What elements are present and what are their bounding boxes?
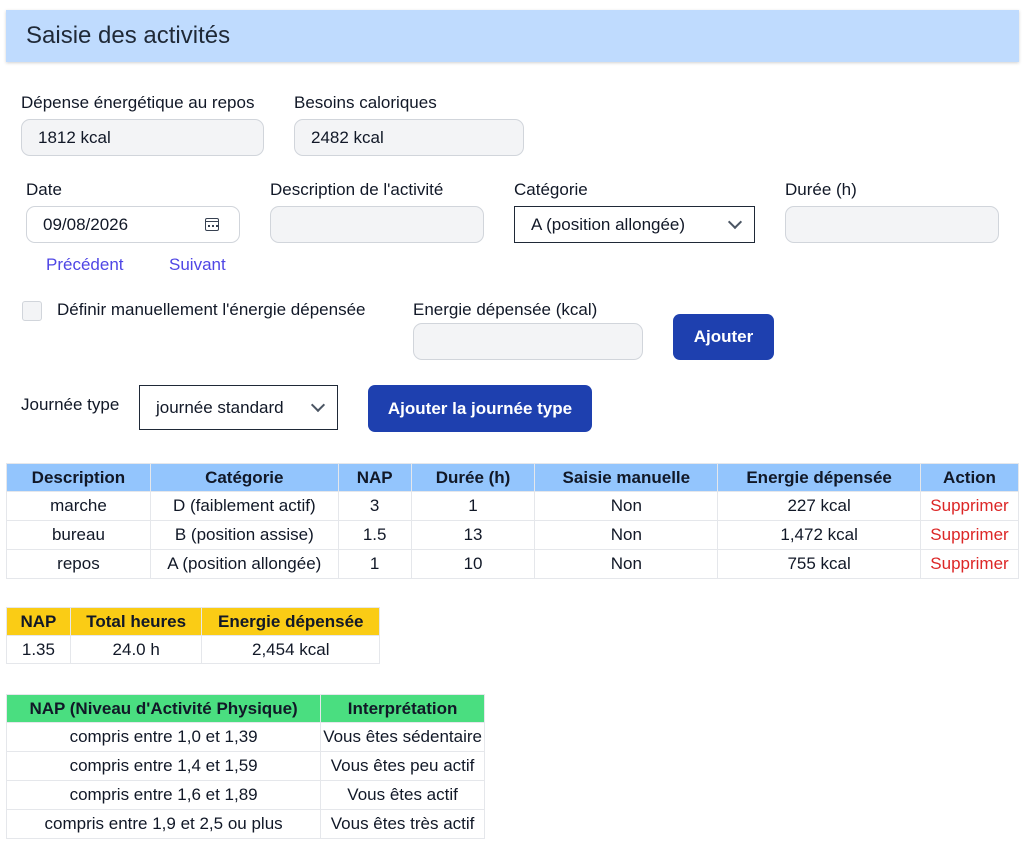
category-label: Catégorie — [514, 180, 588, 199]
column-header: Action — [919, 463, 1020, 492]
page-title: Saisie des activités — [26, 22, 231, 49]
table-row: compris entre 1,0 et 1,39 Vous êtes séde… — [5, 722, 485, 752]
previous-day-link[interactable]: Précédent — [46, 255, 124, 275]
column-header: NAP — [6, 607, 71, 636]
table-cell: 1.5 — [337, 520, 412, 550]
column-header: NAP (Niveau d'Activité Physique) — [5, 694, 322, 723]
table-cell: Non — [534, 549, 719, 579]
table-row: compris entre 1,4 et 1,59 Vous êtes peu … — [5, 751, 485, 781]
table-cell: Vous êtes actif — [320, 780, 485, 810]
table-cell: compris entre 1,6 et 1,89 — [5, 780, 322, 810]
table-cell: 24.0 h — [69, 635, 203, 664]
manual-energy-label: Définir manuellement l'énergie dépensée — [57, 300, 366, 319]
column-header: Energie dépensée — [717, 463, 921, 492]
add-button[interactable]: Ajouter — [673, 314, 774, 360]
category-select-value: A (position allongée) — [531, 214, 686, 234]
energy-spent-input[interactable] — [413, 323, 643, 360]
summary-table: NAP Total heures Energie dépensée 1.35 2… — [6, 607, 380, 664]
table-cell: Non — [534, 520, 719, 550]
day-type-label: Journée type — [21, 395, 120, 414]
next-day-link[interactable]: Suivant — [169, 255, 226, 275]
table-cell: 227 kcal — [717, 491, 921, 521]
day-type-select-value: journée standard — [156, 397, 284, 417]
column-header: Total heures — [69, 607, 203, 636]
table-cell: Non — [534, 491, 719, 521]
table-cell: 1 — [337, 549, 412, 579]
table-cell: 13 — [410, 520, 536, 550]
date-value: 09/08/2026 — [43, 214, 129, 234]
table-cell: compris entre 1,9 et 2,5 ou plus — [5, 809, 322, 839]
table-cell: bureau — [6, 520, 151, 550]
table-row: repos A (position allongée) 1 10 Non 755… — [6, 549, 1020, 579]
column-header: Saisie manuelle — [534, 463, 719, 492]
chevron-down-icon — [727, 214, 743, 229]
table-cell: Vous êtes peu actif — [320, 751, 485, 781]
description-label: Description de l'activité — [270, 180, 444, 199]
column-header: Catégorie — [149, 463, 339, 492]
nap-interpretation-table: NAP (Niveau d'Activité Physique) Interpr… — [5, 694, 485, 839]
day-type-select[interactable]: journée standard — [139, 385, 338, 430]
column-header: Interprétation — [320, 694, 485, 723]
table-cell: 2,454 kcal — [201, 635, 380, 664]
table-cell: A (position allongée) — [149, 549, 339, 579]
rest-energy-field: 1812 kcal — [21, 119, 264, 156]
rest-energy-label: Dépense énergétique au repos — [21, 93, 255, 112]
add-day-type-button[interactable]: Ajouter la journée type — [368, 385, 592, 432]
calendar-icon[interactable] — [205, 218, 219, 231]
table-cell: 1 — [410, 491, 536, 521]
table-cell: Vous êtes sédentaire — [320, 722, 485, 752]
duration-input[interactable] — [785, 206, 999, 243]
table-header-row: NAP Total heures Energie dépensée — [6, 607, 380, 636]
caloric-needs-label: Besoins caloriques — [294, 93, 437, 112]
table-cell: compris entre 1,4 et 1,59 — [5, 751, 322, 781]
chevron-down-icon — [310, 397, 326, 412]
column-header: Description — [6, 463, 151, 492]
table-cell: 10 — [410, 549, 536, 579]
table-cell: 3 — [337, 491, 412, 521]
page-header: Saisie des activités — [6, 10, 1019, 62]
table-cell: 1,472 kcal — [717, 520, 921, 550]
delete-link[interactable]: Supprimer — [919, 520, 1020, 550]
table-cell: D (faiblement actif) — [149, 491, 339, 521]
energy-spent-label: Energie dépensée (kcal) — [413, 300, 598, 319]
category-select[interactable]: A (position allongée) — [514, 206, 755, 243]
activities-table: Description Catégorie NAP Durée (h) Sais… — [6, 463, 1020, 579]
table-row: 1.35 24.0 h 2,454 kcal — [6, 635, 380, 664]
table-cell: 1.35 — [6, 635, 71, 664]
table-cell: B (position assise) — [149, 520, 339, 550]
table-cell: repos — [6, 549, 151, 579]
delete-link[interactable]: Supprimer — [919, 491, 1020, 521]
manual-energy-checkbox[interactable] — [22, 301, 42, 321]
table-cell: 755 kcal — [717, 549, 921, 579]
table-cell: compris entre 1,0 et 1,39 — [5, 722, 322, 752]
table-cell: marche — [6, 491, 151, 521]
table-header-row: Description Catégorie NAP Durée (h) Sais… — [6, 463, 1020, 492]
column-header: NAP — [337, 463, 412, 492]
column-header: Energie dépensée — [201, 607, 380, 636]
table-row: compris entre 1,6 et 1,89 Vous êtes acti… — [5, 780, 485, 810]
table-header-row: NAP (Niveau d'Activité Physique) Interpr… — [5, 694, 485, 723]
table-cell: Vous êtes très actif — [320, 809, 485, 839]
delete-link[interactable]: Supprimer — [919, 549, 1020, 579]
table-row: marche D (faiblement actif) 3 1 Non 227 … — [6, 491, 1020, 521]
duration-label: Durée (h) — [785, 180, 857, 199]
table-row: bureau B (position assise) 1.5 13 Non 1,… — [6, 520, 1020, 550]
table-row: compris entre 1,9 et 2,5 ou plus Vous êt… — [5, 809, 485, 839]
column-header: Durée (h) — [410, 463, 536, 492]
caloric-needs-field: 2482 kcal — [294, 119, 524, 156]
date-label: Date — [26, 180, 62, 199]
description-input[interactable] — [270, 206, 484, 243]
